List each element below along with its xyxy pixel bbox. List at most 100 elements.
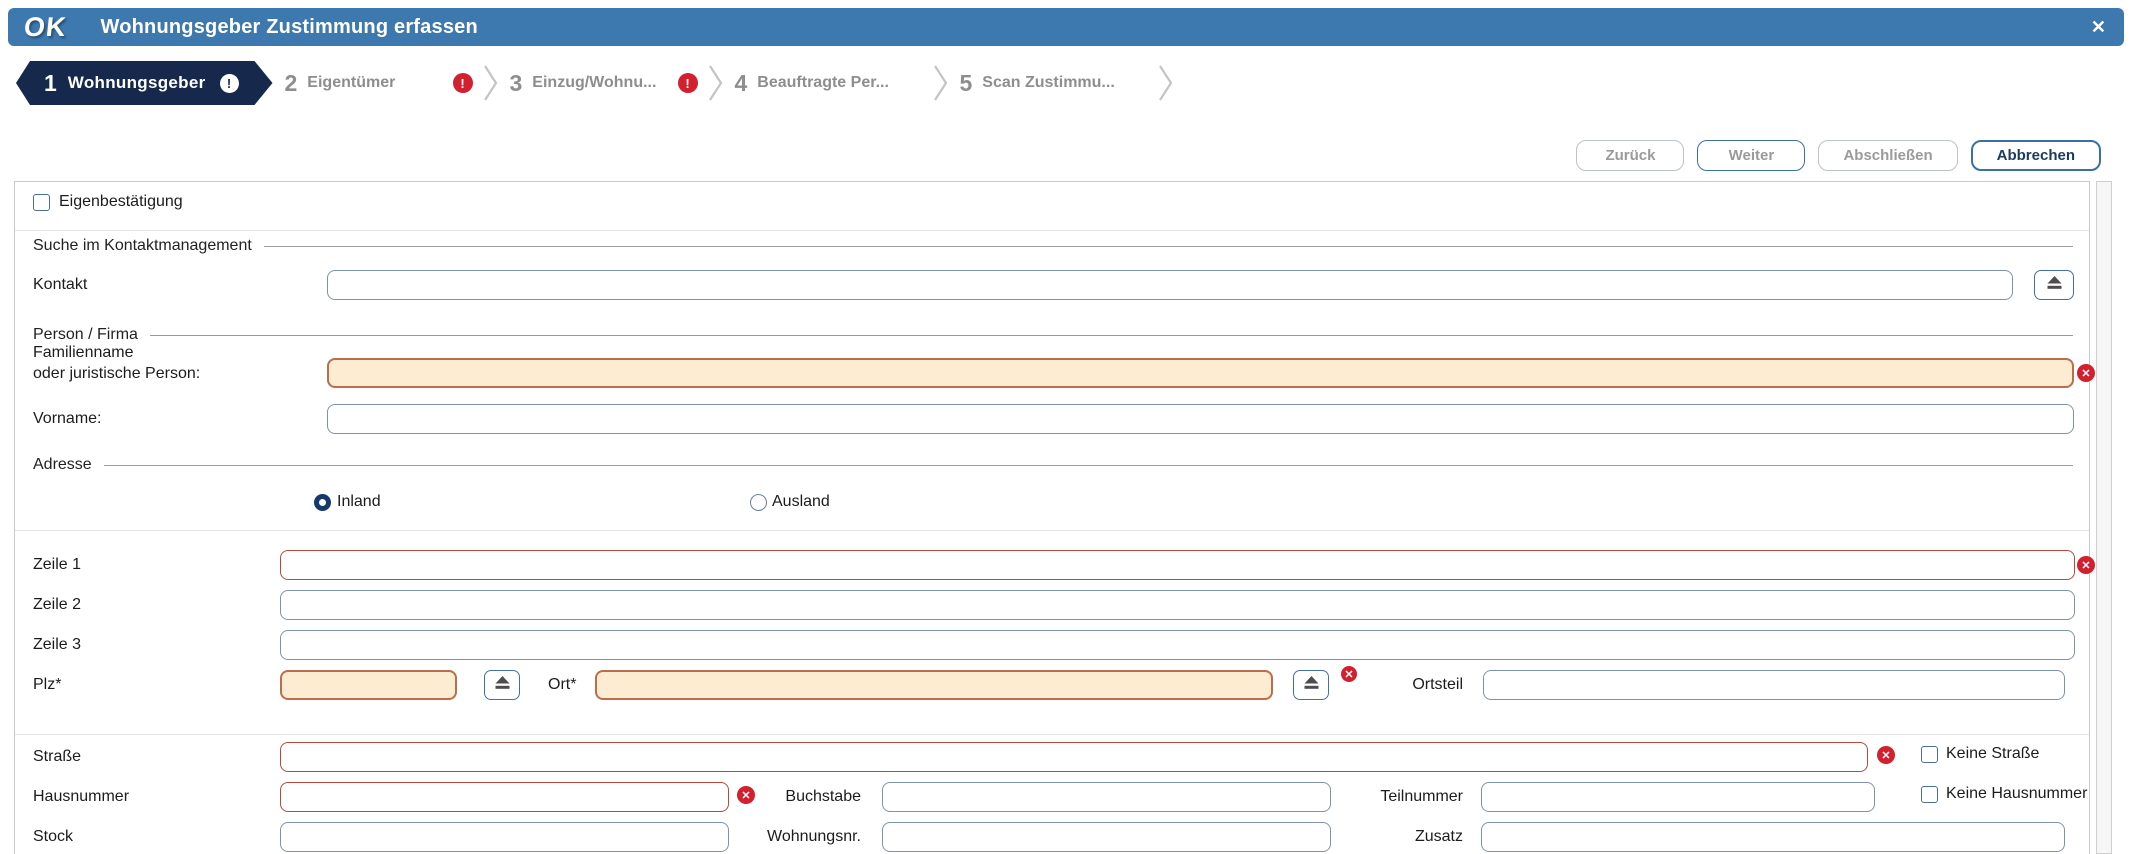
familienname-label-line1: Familienname xyxy=(33,344,134,361)
keine-strasse-label: Keine Straße xyxy=(1946,745,2040,762)
step-label: Wohnungsgeber xyxy=(67,73,206,92)
step-warning-badge-icon: ! xyxy=(220,74,239,93)
buchstabe-label: Buchstabe xyxy=(785,788,861,805)
kontakt-lookup-button[interactable] xyxy=(2034,270,2074,300)
divider xyxy=(15,734,2089,735)
error-icon: ✕ xyxy=(1341,666,1357,682)
eject-icon xyxy=(1303,675,1320,695)
plz-label: Plz* xyxy=(33,676,62,693)
error-icon: ✕ xyxy=(2077,556,2095,574)
person-section-legend: Person / Firma xyxy=(33,325,2073,345)
zeile2-label: Zeile 2 xyxy=(33,596,82,613)
keine-hausnummer-label: Keine Hausnummer xyxy=(1946,785,2088,802)
hausnummer-input[interactable] xyxy=(280,782,729,812)
keine-strasse-checkbox[interactable] xyxy=(1921,746,1938,763)
finish-button[interactable]: Abschließen xyxy=(1818,140,1958,171)
zeile3-label: Zeile 3 xyxy=(33,636,82,653)
step-number: 2 xyxy=(284,69,298,96)
stock-input[interactable] xyxy=(280,822,729,852)
strasse-input[interactable] xyxy=(280,742,1868,772)
chevron-separator-icon xyxy=(483,64,498,102)
inland-radio[interactable] xyxy=(314,494,331,511)
legend-rule xyxy=(263,245,2073,247)
step-wohnungsgeber[interactable]: 1 Wohnungsgeber ! xyxy=(16,61,273,105)
teilnummer-label: Teilnummer xyxy=(1380,788,1463,805)
error-icon: ✕ xyxy=(2077,364,2095,382)
vorname-input[interactable] xyxy=(327,404,2074,434)
step-error-badge-icon: ! xyxy=(452,73,473,93)
dialog-title: Wohnungsgeber Zustimmung erfassen xyxy=(100,15,478,38)
ortsteil-input[interactable] xyxy=(1483,670,2065,700)
ort-lookup-button[interactable] xyxy=(1293,670,1329,700)
legend-text: Adresse xyxy=(33,456,92,473)
ok-logo: OK xyxy=(22,11,69,42)
step-label: Eigentümer xyxy=(307,74,396,91)
stock-label: Stock xyxy=(33,828,74,845)
wizard-steps: 1 Wohnungsgeber ! 2 Eigentümer ! 3 Einzu… xyxy=(16,61,1173,105)
step-beauftragte-person[interactable]: 4 Beauftragte Per... xyxy=(735,61,931,105)
step-error-badge-icon: ! xyxy=(677,73,698,93)
legend-text: Suche im Kontaktmanagement xyxy=(33,237,252,254)
eigenbestaetigung-label: Eigenbestätigung xyxy=(59,193,183,210)
legend-text: Person / Firma xyxy=(33,326,138,343)
step-einzug-wohnung[interactable]: 3 Einzug/Wohnu... ! xyxy=(510,61,706,105)
chevron-separator-icon xyxy=(708,64,723,102)
legend-rule xyxy=(103,464,2073,466)
eject-icon xyxy=(494,675,511,695)
legend-rule xyxy=(149,334,2073,336)
ort-input[interactable] xyxy=(595,670,1273,700)
keine-hausnummer-checkbox[interactable] xyxy=(1921,786,1938,803)
back-button[interactable]: Zurück xyxy=(1576,140,1685,171)
familienname-label-line2: oder juristische Person: xyxy=(33,365,201,382)
zeile1-label: Zeile 1 xyxy=(33,556,82,573)
strasse-label: Straße xyxy=(33,748,82,765)
kontakt-label: Kontakt xyxy=(33,276,88,293)
divider xyxy=(15,530,2089,531)
error-icon: ✕ xyxy=(1877,746,1895,764)
error-icon: ✕ xyxy=(737,786,755,804)
step-number: 3 xyxy=(509,69,523,96)
step-label: Einzug/Wohnu... xyxy=(532,74,657,91)
step-label: Beauftragte Per... xyxy=(757,74,889,91)
vorname-label: Vorname: xyxy=(33,410,102,427)
toolbar: Zurück Weiter Abschließen Abbrechen xyxy=(1576,140,2101,171)
chevron-separator-icon xyxy=(1158,64,1173,102)
zusatz-label: Zusatz xyxy=(1414,828,1463,845)
cancel-button[interactable]: Abbrechen xyxy=(1970,140,2101,171)
inland-label: Inland xyxy=(337,493,381,510)
zeile1-input[interactable] xyxy=(280,550,2075,580)
wohnungsnr-label: Wohnungsnr. xyxy=(767,828,861,845)
ausland-label: Ausland xyxy=(772,493,830,510)
ortsteil-label: Ortsteil xyxy=(1412,676,1463,693)
step-number: 5 xyxy=(959,69,973,96)
zeile3-input[interactable] xyxy=(280,630,2075,660)
wohnungsnr-input[interactable] xyxy=(882,822,1331,852)
teilnummer-input[interactable] xyxy=(1481,782,1875,812)
step-scan-zustimmung[interactable]: 5 Scan Zustimmu... xyxy=(960,61,1156,105)
step-label: Scan Zustimmu... xyxy=(982,74,1115,91)
form-panel: Eigenbestätigung Suche im Kontaktmanagem… xyxy=(14,181,2095,854)
plz-input[interactable] xyxy=(280,670,457,700)
zusatz-input[interactable] xyxy=(1481,822,2065,852)
step-number: 1 xyxy=(44,69,57,96)
hausnummer-label: Hausnummer xyxy=(33,788,130,805)
scrollbar-track[interactable] xyxy=(2096,181,2112,854)
eigenbestaetigung-checkbox[interactable] xyxy=(33,194,50,211)
next-button[interactable]: Weiter xyxy=(1697,140,1806,171)
buchstabe-input[interactable] xyxy=(882,782,1331,812)
ort-label: Ort* xyxy=(548,676,577,693)
familienname-input[interactable] xyxy=(327,358,2074,388)
titlebar: OK Wohnungsgeber Zustimmung erfassen ✕ xyxy=(8,8,2124,46)
close-icon[interactable]: ✕ xyxy=(2091,8,2106,46)
chevron-separator-icon xyxy=(933,64,948,102)
kontakt-section-legend: Suche im Kontaktmanagement xyxy=(33,236,2073,256)
kontakt-input[interactable] xyxy=(327,270,2013,300)
zeile2-input[interactable] xyxy=(280,590,2075,620)
step-eigentuemer[interactable]: 2 Eigentümer ! xyxy=(285,61,481,105)
plz-lookup-button[interactable] xyxy=(484,670,520,700)
wohnungsgeber-dialog: OK Wohnungsgeber Zustimmung erfassen ✕ 1… xyxy=(0,0,2132,854)
divider xyxy=(15,230,2089,231)
step-number: 4 xyxy=(734,69,748,96)
adresse-section-legend: Adresse xyxy=(33,455,2073,475)
ausland-radio[interactable] xyxy=(750,494,767,511)
